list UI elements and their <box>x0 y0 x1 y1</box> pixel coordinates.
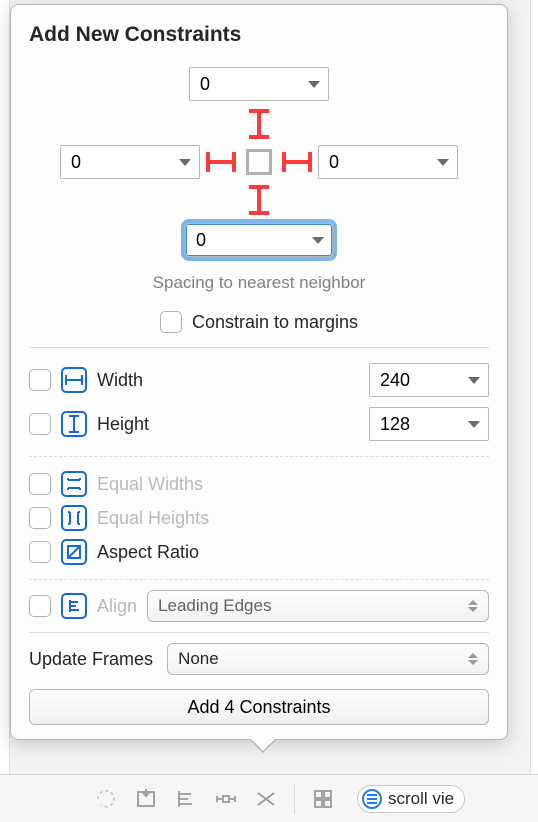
strut-bottom-icon[interactable] <box>257 185 261 215</box>
updown-icon <box>468 653 478 665</box>
spacing-controls: Spacing to nearest neighbor Constrain to… <box>29 65 489 337</box>
spacing-left-field[interactable] <box>60 145 200 179</box>
chevron-down-icon[interactable] <box>179 159 191 166</box>
spacing-top-field[interactable] <box>189 67 329 101</box>
add-constraints-label: Add 4 Constraints <box>187 697 330 717</box>
height-icon <box>61 411 87 437</box>
equal-widths-checkbox[interactable] <box>29 473 51 495</box>
update-frames-value: None <box>178 649 219 669</box>
height-checkbox[interactable] <box>29 413 51 435</box>
align-tool-icon[interactable] <box>174 787 198 811</box>
equal-widths-label: Equal Widths <box>97 474 203 495</box>
chevron-down-icon[interactable] <box>312 237 324 244</box>
update-frames-label: Update Frames <box>29 649 153 670</box>
center-box-icon <box>246 149 272 175</box>
chevron-down-icon[interactable] <box>468 377 480 384</box>
embed-icon[interactable] <box>134 787 158 811</box>
resolve-tool-icon[interactable] <box>254 787 278 811</box>
equal-widths-icon <box>61 471 87 497</box>
constrain-margins-label: Constrain to margins <box>192 312 358 333</box>
add-constraints-button[interactable]: Add 4 Constraints <box>29 689 489 725</box>
align-checkbox[interactable] <box>29 595 51 617</box>
pin-tool-icon[interactable] <box>214 787 238 811</box>
spacing-caption: Spacing to nearest neighbor <box>153 273 366 293</box>
constrain-margins-checkbox[interactable] <box>160 311 182 333</box>
scroll-view-pill[interactable]: scroll vie <box>357 785 465 813</box>
align-icon <box>61 593 87 619</box>
aspect-ratio-label: Aspect Ratio <box>97 542 199 563</box>
scroll-view-label: scroll vie <box>388 789 454 809</box>
bottom-toolbar: scroll vie <box>0 774 538 822</box>
popover-arrow-icon <box>249 739 277 753</box>
scroll-view-icon <box>362 789 382 809</box>
width-label: Width <box>97 370 143 391</box>
strut-right-icon[interactable] <box>282 160 312 164</box>
spacing-top-input[interactable] <box>198 73 302 96</box>
add-constraints-popover: Add New Constraints <box>10 4 508 740</box>
update-frames-select[interactable]: None <box>167 643 489 675</box>
width-input[interactable] <box>378 369 462 392</box>
aspect-ratio-checkbox[interactable] <box>29 541 51 563</box>
height-field[interactable] <box>369 407 489 441</box>
grid-icon[interactable] <box>311 787 335 811</box>
align-value: Leading Edges <box>158 596 271 616</box>
aspect-ratio-icon <box>61 539 87 565</box>
chevron-down-icon[interactable] <box>308 81 320 88</box>
spacing-left-input[interactable] <box>69 151 173 174</box>
spacing-bottom-input[interactable] <box>194 229 306 252</box>
refresh-icon[interactable] <box>94 787 118 811</box>
align-select[interactable]: Leading Edges <box>147 590 489 622</box>
equal-heights-icon <box>61 505 87 531</box>
popover-title: Add New Constraints <box>29 23 489 47</box>
equal-heights-checkbox[interactable] <box>29 507 51 529</box>
height-label: Height <box>97 414 149 435</box>
chevron-down-icon[interactable] <box>468 421 480 428</box>
spacing-right-input[interactable] <box>327 151 431 174</box>
height-input[interactable] <box>378 413 462 436</box>
spacing-bottom-field[interactable] <box>185 223 333 257</box>
width-icon <box>61 367 87 393</box>
width-field[interactable] <box>369 363 489 397</box>
chevron-down-icon[interactable] <box>437 159 449 166</box>
updown-icon <box>468 600 478 612</box>
strut-top-icon[interactable] <box>257 109 261 139</box>
align-label: Align <box>97 596 137 617</box>
width-checkbox[interactable] <box>29 369 51 391</box>
strut-left-icon[interactable] <box>206 160 236 164</box>
spacing-right-field[interactable] <box>318 145 458 179</box>
equal-heights-label: Equal Heights <box>97 508 209 529</box>
